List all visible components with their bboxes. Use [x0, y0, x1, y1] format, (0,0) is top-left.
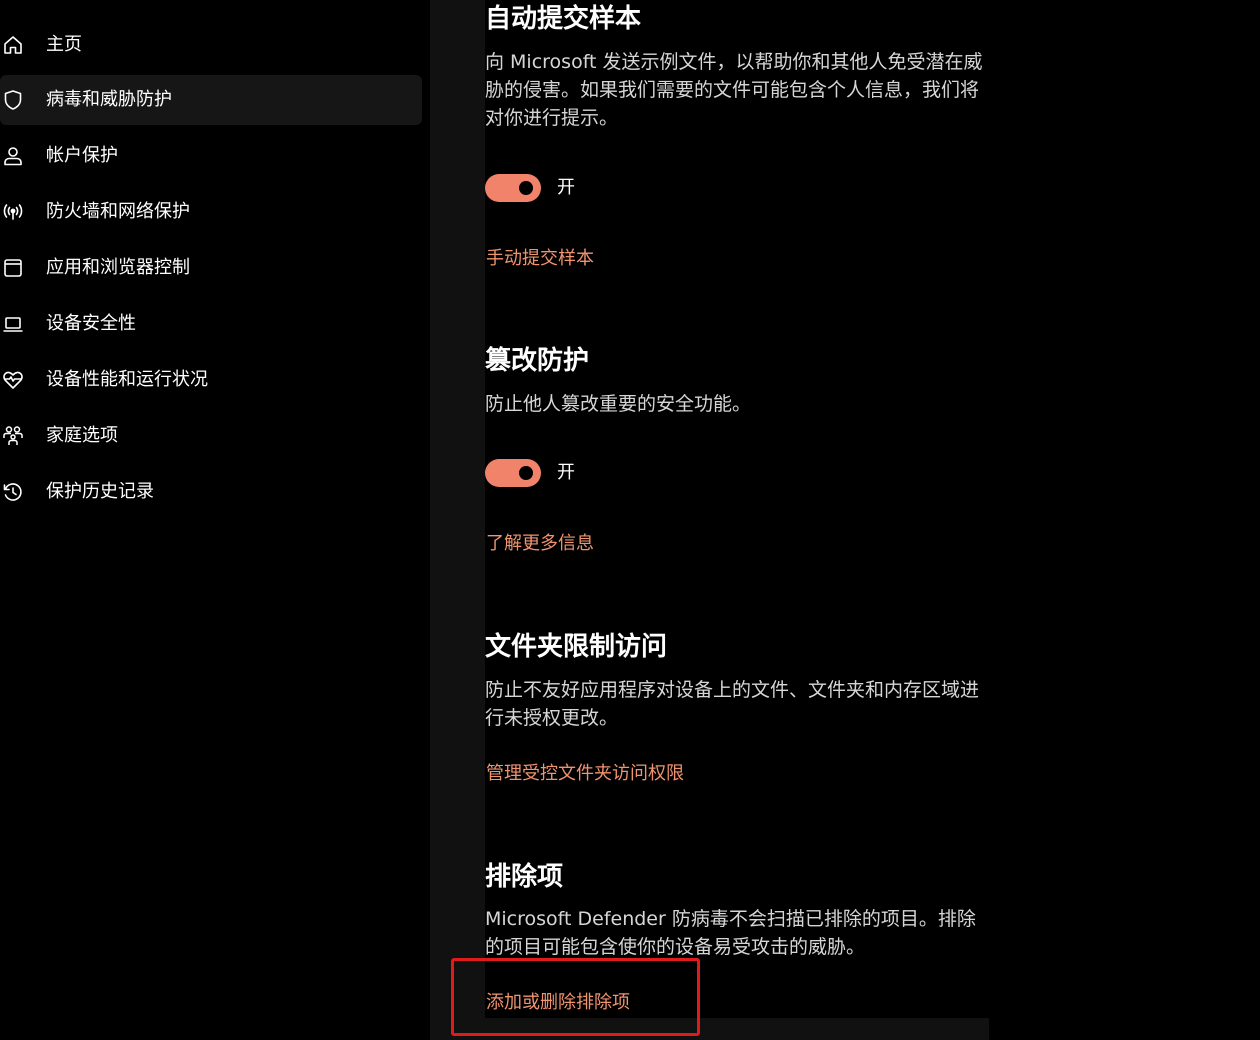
- highlight-box: [451, 958, 700, 1036]
- sidebar-item-device-security[interactable]: 设备安全性: [0, 299, 422, 349]
- sidebar-item-label: 帐户保护: [46, 145, 118, 166]
- windows-security-window: 主页 病毒和威胁防护 帐户保护 防火墙和网络保护 应用和浏览器控制 设备安全性 …: [0, 0, 1260, 1040]
- sidebar-item-device-performance[interactable]: 设备性能和运行状况: [0, 355, 422, 405]
- sidebar-nav: 主页 病毒和威胁防护 帐户保护 防火墙和网络保护 应用和浏览器控制 设备安全性 …: [0, 0, 430, 1040]
- sidebar-item-account-protection[interactable]: 帐户保护: [0, 131, 422, 181]
- right-background: [989, 0, 1260, 1040]
- browser-window-icon: [1, 256, 25, 280]
- sidebar-item-label: 防火墙和网络保护: [46, 201, 190, 222]
- laptop-icon: [1, 312, 25, 336]
- section-title-folder-access: 文件夹限制访问: [485, 632, 668, 662]
- tamper-toggle-label: 开: [557, 462, 575, 483]
- section-desc-exclusions: Microsoft Defender 防病毒不会扫描已排除的项目。排除的项目可能…: [485, 908, 976, 958]
- sidebar-item-label: 应用和浏览器控制: [46, 257, 190, 278]
- auto-submit-toggle[interactable]: [485, 174, 541, 202]
- wireless-icon: [1, 200, 25, 224]
- section-title-exclusions: 排除项: [485, 862, 564, 892]
- sidebar-item-virus-threat-protection[interactable]: 病毒和威胁防护: [0, 75, 422, 125]
- manual-submit-sample-link[interactable]: 手动提交样本: [486, 246, 594, 272]
- family-icon: [1, 424, 25, 448]
- history-icon: [1, 480, 25, 504]
- content-gutter: [430, 0, 485, 1040]
- toggle-knob: [519, 466, 533, 480]
- sidebar-item-firewall-network[interactable]: 防火墙和网络保护: [0, 187, 422, 237]
- settings-content[interactable]: 自动提交样本 向 Microsoft 发送示例文件，以帮助你和其他人免受潜在威胁…: [485, 0, 989, 1018]
- section-desc-auto-submit: 向 Microsoft 发送示例文件，以帮助你和其他人免受潜在威胁的侵害。如果我…: [485, 51, 983, 129]
- sidebar-item-protection-history[interactable]: 保护历史记录: [0, 467, 422, 517]
- section-title-auto-submit: 自动提交样本: [485, 4, 642, 34]
- tamper-protection-toggle[interactable]: [485, 459, 541, 487]
- shield-icon: [1, 88, 25, 112]
- manage-controlled-folder-access-link[interactable]: 管理受控文件夹访问权限: [486, 761, 684, 787]
- auto-submit-toggle-row: 开: [485, 173, 685, 203]
- sidebar-item-label: 保护历史记录: [46, 481, 154, 502]
- sidebar-item-label: 家庭选项: [46, 425, 118, 446]
- home-icon: [1, 33, 25, 57]
- sidebar-item-label: 主页: [46, 34, 82, 55]
- auto-submit-toggle-label: 开: [557, 177, 575, 198]
- sidebar-item-label: 病毒和威胁防护: [46, 89, 172, 110]
- learn-more-link[interactable]: 了解更多信息: [486, 531, 594, 557]
- sidebar-item-label: 设备安全性: [46, 313, 136, 334]
- person-icon: [1, 144, 25, 168]
- sidebar-item-home[interactable]: 主页: [0, 20, 422, 70]
- sidebar-item-family-options[interactable]: 家庭选项: [0, 411, 422, 461]
- sidebar-item-label: 设备性能和运行状况: [46, 369, 208, 390]
- section-desc-folder-access: 防止不友好应用程序对设备上的文件、文件夹和内存区域进行未授权更改。: [485, 679, 980, 729]
- sidebar-item-app-browser-control[interactable]: 应用和浏览器控制: [0, 243, 422, 293]
- section-title-tamper-protection: 篡改防护: [485, 346, 590, 376]
- toggle-knob: [519, 181, 533, 195]
- heart-pulse-icon: [1, 368, 25, 392]
- section-desc-tamper-protection: 防止他人篡改重要的安全功能。: [485, 393, 752, 415]
- tamper-toggle-row: 开: [485, 458, 685, 488]
